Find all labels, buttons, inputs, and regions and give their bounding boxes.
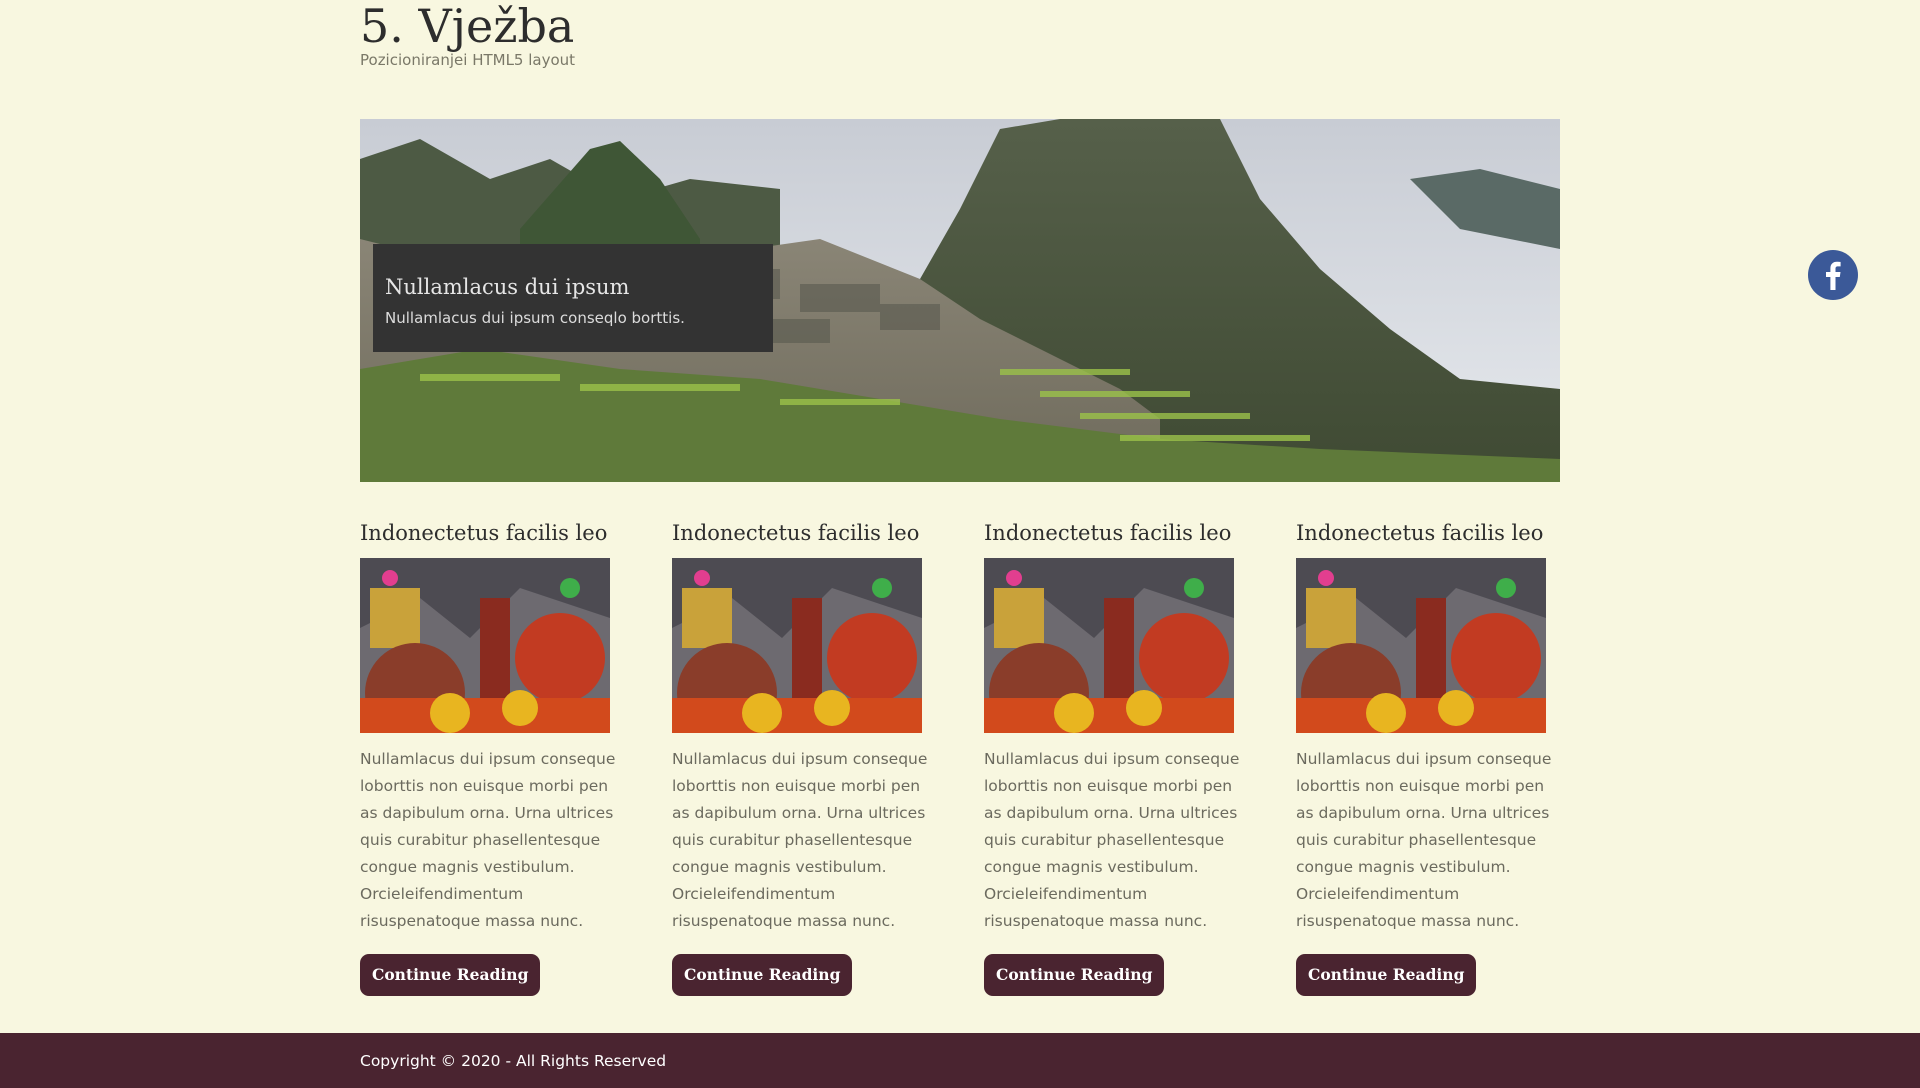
page-subtitle: Pozicioniranjei HTML5 layout [360, 51, 576, 69]
article-image [1296, 558, 1546, 733]
article-title: Indonectetus facilis leo [984, 521, 1232, 545]
article-image [672, 558, 922, 733]
continue-reading-button[interactable]: Continue Reading [360, 954, 541, 996]
hero-banner: Nullamlacus dui ipsum Nullamlacus dui ip… [360, 119, 1560, 482]
article-card: Indonectetus facilis leo Nullamlacus dui [984, 516, 1244, 996]
footer: Copyright © 2020 - All Rights Reserved [0, 1033, 1920, 1088]
continue-reading-button[interactable]: Continue Reading [1296, 954, 1477, 996]
article-image [360, 558, 610, 733]
article-text: Nullamlacus dui ipsum conseque loborttis… [984, 750, 1240, 930]
hero-caption-text: Nullamlacus dui ipsum conseqlo borttis. [385, 309, 685, 327]
article-text: Nullamlacus dui ipsum conseque loborttis… [672, 750, 928, 930]
facebook-icon [1826, 261, 1841, 290]
continue-reading-button[interactable]: Continue Reading [984, 954, 1165, 996]
article-card: Indonectetus facilis leo Nullamlacus dui [360, 516, 620, 996]
facebook-link[interactable] [1808, 250, 1858, 300]
article-title: Indonectetus facilis leo [1296, 521, 1544, 545]
article-image [984, 558, 1234, 733]
article-card: Indonectetus facilis leo Nullamlacus dui [1296, 516, 1556, 996]
article-card: Indonectetus facilis leo Nullamlacus dui [672, 516, 932, 996]
copyright-text: Copyright © 2020 - All Rights Reserved [360, 1052, 667, 1070]
article-title: Indonectetus facilis leo [672, 521, 920, 545]
hero-caption: Nullamlacus dui ipsum Nullamlacus dui ip… [373, 244, 773, 352]
hero-caption-title: Nullamlacus dui ipsum [385, 275, 630, 299]
article-title: Indonectetus facilis leo [360, 521, 608, 545]
article-text: Nullamlacus dui ipsum conseque loborttis… [1296, 750, 1552, 930]
continue-reading-button[interactable]: Continue Reading [672, 954, 853, 996]
article-text: Nullamlacus dui ipsum conseque loborttis… [360, 750, 616, 930]
page-title: 5. Vježba [360, 0, 575, 53]
